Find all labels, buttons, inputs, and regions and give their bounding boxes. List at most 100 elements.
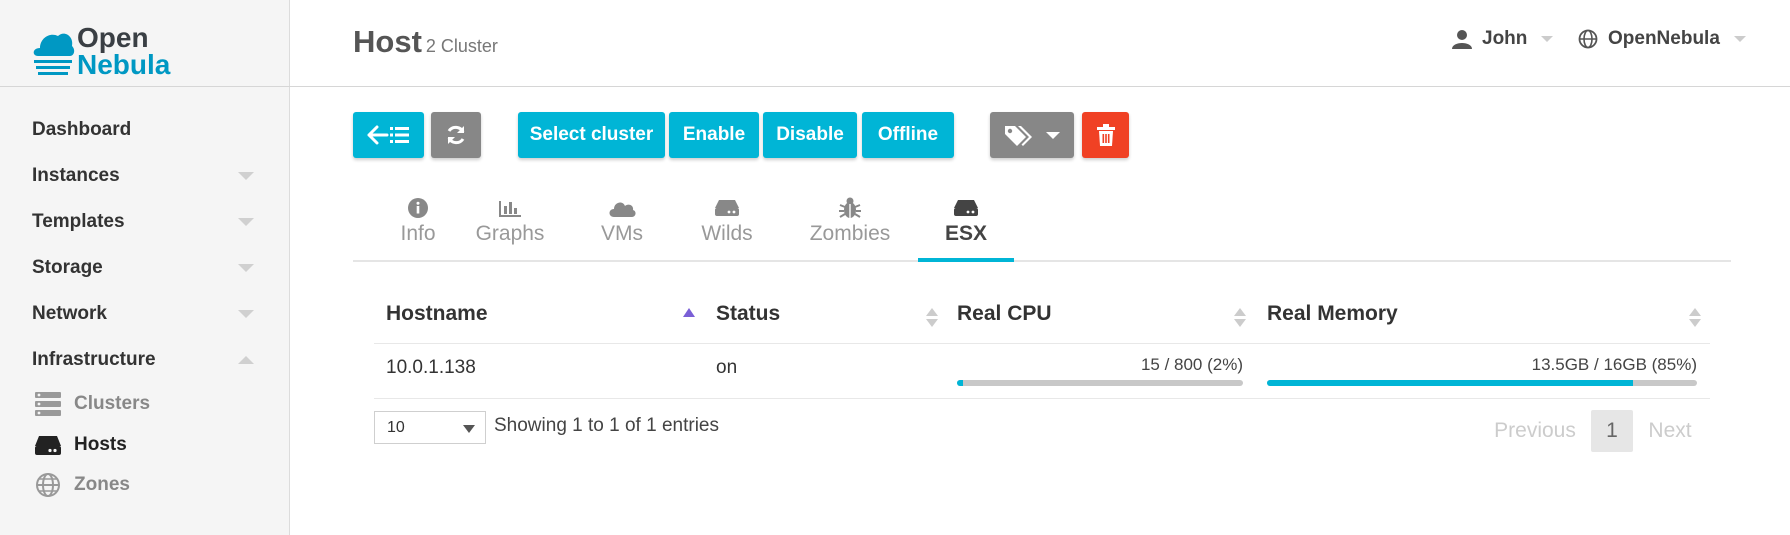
hdd-icon — [953, 196, 979, 220]
brand-line-2: Nebula — [77, 49, 171, 80]
cell-status: on — [716, 357, 738, 378]
sidebar-item-storage[interactable]: Storage — [32, 252, 254, 284]
page-length-value: 10 — [387, 418, 405, 436]
tab-label: Graphs — [475, 222, 545, 245]
page-1-button[interactable]: 1 — [1591, 410, 1633, 452]
sidebar-item-label: Storage — [32, 257, 103, 278]
hard-drive-icon — [34, 432, 62, 458]
page-length-select[interactable]: 10 — [374, 411, 486, 444]
sidebar-subitem-clusters[interactable]: Clusters — [34, 389, 150, 419]
sidebar-subitem-zones[interactable]: Zones — [34, 470, 130, 500]
delete-button[interactable] — [1082, 112, 1129, 158]
memory-progress-fill — [1267, 380, 1633, 386]
column-header-status[interactable]: Status — [716, 302, 780, 326]
tab-graphs[interactable]: Graphs — [470, 196, 550, 262]
back-to-list-button[interactable] — [353, 112, 424, 158]
sidebar-subitem-hosts[interactable]: Hosts — [34, 430, 127, 460]
disable-button[interactable]: Disable — [763, 112, 857, 158]
chevron-down-icon — [238, 310, 254, 318]
sidebar-subitem-label: Hosts — [74, 434, 127, 455]
user-menu[interactable]: John — [1452, 28, 1554, 50]
hdd-icon — [714, 196, 740, 220]
sidebar-item-network[interactable]: Network — [32, 298, 254, 330]
sidebar-item-infrastructure[interactable]: Infrastructure — [32, 344, 254, 376]
header-row-divider — [374, 343, 1710, 344]
chevron-down-icon — [238, 172, 254, 180]
header-divider — [290, 86, 1790, 87]
tab-vms[interactable]: VMs — [584, 196, 660, 262]
cell-memory-label: 13.5GB / 16GB (85%) — [1531, 355, 1697, 374]
enable-button[interactable]: Enable — [669, 112, 759, 158]
refresh-button[interactable] — [431, 112, 481, 158]
entries-info: Showing 1 to 1 of 1 entries — [494, 415, 719, 436]
tab-label: ESX — [944, 222, 988, 245]
tab-wilds[interactable]: Wilds — [688, 196, 766, 262]
tab-info[interactable]: Info — [383, 196, 453, 262]
sidebar-item-label: Dashboard — [32, 119, 132, 140]
sidebar: Open Nebula Dashboard Instances Template… — [0, 0, 290, 535]
bug-icon — [838, 196, 862, 220]
sidebar-subitem-label: Zones — [74, 474, 130, 495]
tab-zombies[interactable]: Zombies — [800, 196, 900, 262]
back-list-icon — [367, 125, 409, 145]
chevron-down-icon — [238, 264, 254, 272]
cloud-icon — [608, 196, 636, 220]
row-divider — [374, 398, 1710, 399]
chevron-down-icon — [1046, 131, 1060, 139]
trash-icon — [1096, 124, 1115, 146]
zone-menu[interactable]: OpenNebula — [1578, 28, 1746, 50]
sidebar-item-label: Infrastructure — [32, 349, 156, 370]
memory-progress-bar — [1267, 380, 1697, 386]
server-stack-icon — [34, 391, 62, 417]
sidebar-item-dashboard[interactable]: Dashboard — [32, 114, 254, 146]
bar-chart-icon — [499, 196, 521, 220]
sidebar-item-label: Network — [32, 303, 107, 324]
chevron-up-icon — [238, 356, 254, 364]
chevron-down-icon — [463, 425, 475, 433]
sidebar-subitem-label: Clusters — [74, 393, 151, 414]
column-header-real-memory[interactable]: Real Memory — [1267, 302, 1398, 326]
sidebar-item-label: Instances — [32, 165, 120, 186]
tab-label: Wilds — [701, 222, 753, 245]
tab-label: VMs — [601, 222, 643, 245]
sidebar-item-templates[interactable]: Templates — [32, 206, 254, 238]
sidebar-item-instances[interactable]: Instances — [32, 160, 254, 192]
column-header-real-cpu[interactable]: Real CPU — [957, 302, 1052, 326]
offline-button[interactable]: Offline — [862, 112, 954, 158]
cell-cpu-label: 15 / 800 (2%) — [1140, 355, 1243, 374]
active-tab-indicator — [918, 258, 1014, 262]
page-title: Host 2 Cluster — [353, 24, 498, 60]
info-icon — [408, 196, 428, 220]
chevron-down-icon — [1733, 36, 1746, 42]
sort-icon[interactable] — [1234, 306, 1246, 328]
tab-label: Info — [400, 222, 436, 245]
globe-icon — [34, 472, 62, 498]
page-subtitle: 2 Cluster — [425, 36, 498, 56]
cloud-logo-icon — [33, 33, 75, 75]
sort-icon[interactable] — [1689, 306, 1701, 328]
column-header-hostname[interactable]: Hostname — [386, 302, 488, 326]
opennebula-logo[interactable]: Open Nebula — [32, 22, 192, 82]
sidebar-divider — [0, 86, 290, 87]
sidebar-item-label: Templates — [32, 211, 125, 232]
sort-asc-icon[interactable] — [683, 306, 695, 328]
previous-page-button[interactable]: Previous — [1490, 410, 1580, 452]
sort-icon[interactable] — [926, 306, 938, 328]
zone-name: OpenNebula — [1608, 28, 1720, 49]
tabs-divider — [353, 260, 1731, 262]
tab-esx[interactable]: ESX — [918, 196, 1014, 262]
labels-dropdown-button[interactable] — [990, 112, 1074, 158]
tab-label: Zombies — [809, 222, 891, 245]
chevron-down-icon — [238, 218, 254, 226]
tags-icon — [1005, 126, 1032, 146]
brand-line-1: Open — [77, 22, 149, 53]
cpu-progress-fill — [957, 380, 963, 386]
refresh-icon — [447, 125, 465, 145]
select-cluster-button[interactable]: Select cluster — [518, 112, 665, 158]
user-name: John — [1482, 28, 1528, 49]
cpu-progress-bar — [957, 380, 1243, 386]
user-icon — [1452, 30, 1472, 49]
globe-icon — [1578, 29, 1598, 49]
chevron-down-icon — [1541, 36, 1554, 42]
next-page-button[interactable]: Next — [1642, 410, 1698, 452]
